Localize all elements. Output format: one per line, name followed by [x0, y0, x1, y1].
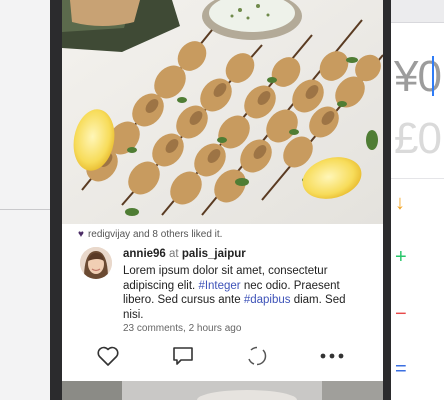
background-divider-2	[391, 178, 444, 179]
phone-frame: ♥ redigvijay and 8 others liked it. anni…	[50, 0, 391, 400]
next-photo-illustration	[62, 381, 383, 400]
background-amount-bottom: £0	[394, 114, 442, 163]
more-dots-icon[interactable]	[319, 343, 345, 369]
text-caret	[432, 56, 434, 96]
minus-icon[interactable]: −	[395, 303, 407, 326]
heart-filled-icon: ♥	[78, 229, 84, 240]
arrow-down-icon[interactable]: ↓	[395, 192, 405, 215]
hashtag-link[interactable]: #dapibus	[244, 294, 291, 306]
next-post-photo[interactable]	[62, 381, 383, 400]
plus-icon[interactable]: +	[395, 246, 407, 269]
background-topbar	[391, 0, 444, 22]
username-link[interactable]: annie96	[123, 248, 166, 260]
post-photo[interactable]	[62, 0, 383, 224]
food-photo-illustration	[62, 0, 383, 224]
equals-icon[interactable]: =	[395, 358, 407, 381]
place-link[interactable]: palis_jaipur	[182, 248, 246, 260]
at-label: at	[169, 248, 179, 260]
hashtag-link[interactable]: #Integer	[198, 280, 240, 292]
background-divider	[391, 22, 444, 23]
feed-screen: ♥ redigvijay and 8 others liked it. anni…	[62, 0, 383, 400]
post-caption: Lorem ipsum dolor sit amet, consectetur …	[123, 264, 365, 322]
post-meta[interactable]: 23 comments, 2 hours ago	[123, 323, 241, 334]
background-line	[0, 209, 50, 210]
avatar[interactable]	[80, 247, 112, 279]
comment-bubble-icon[interactable]	[170, 343, 196, 369]
likes-summary[interactable]: ♥ redigvijay and 8 others liked it.	[78, 229, 222, 240]
background-calculator-panel: ¥0 £0 ↓ + − =	[391, 0, 444, 400]
heart-outline-icon[interactable]	[95, 343, 121, 369]
likes-text: redigvijay and 8 others liked it.	[87, 229, 223, 240]
avatar-illustration	[80, 247, 112, 279]
post-header: annie96 at palis_jaipur	[123, 248, 246, 260]
share-circle-icon[interactable]	[244, 343, 270, 369]
